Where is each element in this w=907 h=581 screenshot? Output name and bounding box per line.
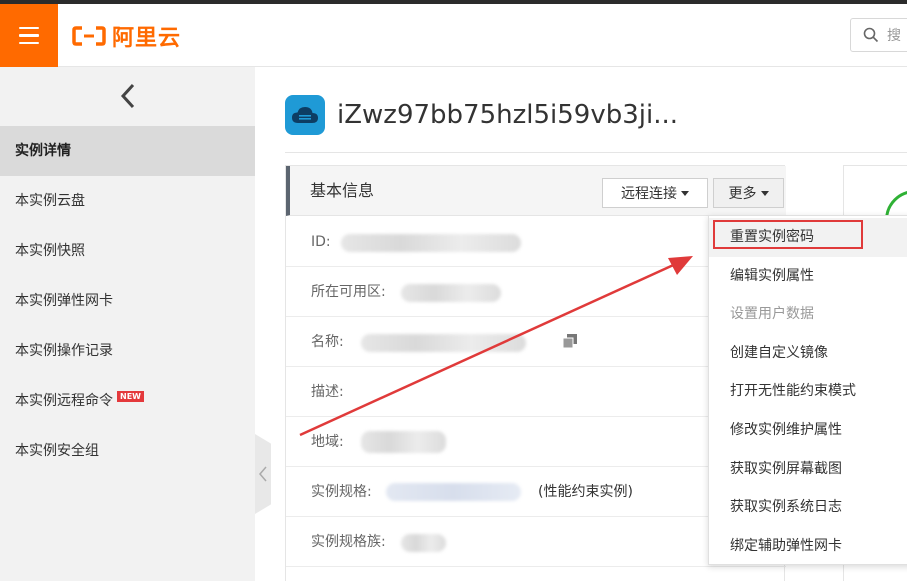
instance-title: iZwz97bb75hzl5i59vb3ji... (337, 100, 678, 130)
copy-icon[interactable] (562, 333, 578, 349)
sidebar-item-label: 实例详情 (15, 143, 71, 159)
cloud-icon (292, 107, 318, 123)
sidebar-item-eni[interactable]: 本实例弹性网卡 (0, 276, 255, 326)
new-badge: NEW (117, 391, 144, 402)
divider (285, 152, 907, 153)
redacted-value (361, 431, 446, 453)
redacted-value (386, 483, 521, 501)
menu-item-create-image[interactable]: 创建自定义镜像 (709, 334, 907, 373)
row-label: 地域: (311, 434, 344, 450)
sidebar-item-label: 本实例弹性网卡 (15, 293, 113, 309)
menu-item-maintenance[interactable]: 修改实例维护属性 (709, 411, 907, 450)
brand-name: 阿里云 (112, 26, 182, 51)
hamburger-menu-button[interactable] (0, 4, 58, 67)
sidebar-item-label: 本实例操作记录 (15, 343, 113, 359)
sidebar-back-button[interactable] (0, 67, 255, 125)
row-label: 实例规格: (311, 484, 372, 500)
sidebar-item-label: 本实例安全组 (15, 443, 99, 459)
caret-down-icon (681, 190, 689, 196)
row-label: 实例规格族: (311, 534, 386, 550)
menu-item-screenshot[interactable]: 获取实例屏幕截图 (709, 450, 907, 489)
more-button[interactable]: 更多 (713, 178, 784, 208)
row-label: 名称: (311, 334, 344, 350)
redacted-value (361, 334, 526, 352)
sidebar: 实例详情 本实例云盘 本实例快照 本实例弹性网卡 本实例操作记录 本实例远程命令… (0, 67, 255, 581)
redacted-value (341, 234, 521, 252)
sidebar-item-label: 本实例远程命令 (15, 393, 113, 409)
annotation-highlight-box (713, 220, 863, 249)
menu-item-unlimited-mode[interactable]: 打开无性能约束模式 (709, 372, 907, 411)
remote-connect-label: 远程连接 (621, 186, 677, 202)
caret-down-icon (760, 190, 769, 196)
menu-line-icon (19, 41, 39, 45)
row-label: 描述: (311, 384, 344, 400)
menu-item-user-data: 设置用户数据 (730, 306, 814, 323)
panel-header: 基本信息 远程连接 更多 (286, 166, 786, 216)
row-label: 所在可用区: (311, 284, 386, 300)
sidebar-item-label: 本实例快照 (15, 243, 85, 259)
panel-title: 基本信息 (310, 181, 375, 200)
menu-item-edit-attributes[interactable]: 编辑实例属性 (709, 257, 907, 296)
remote-connect-button[interactable]: 远程连接 (602, 178, 708, 208)
more-label: 更多 (728, 186, 757, 202)
redacted-value (401, 534, 446, 552)
aliyun-logo-icon (72, 26, 106, 46)
chevron-left-icon (120, 83, 134, 109)
sidebar-item-operation-log[interactable]: 本实例操作记录 (0, 326, 255, 376)
row-label: ID: (311, 234, 331, 250)
top-bar: 阿里云 搜 (0, 4, 907, 67)
menu-line-icon (19, 34, 39, 37)
sidebar-item-instance-details[interactable]: 实例详情 (0, 126, 255, 176)
more-dropdown-menu: 重置实例密码 编辑实例属性 设置用户数据 创建自定义镜像 打开无性能约束模式 修… (708, 215, 907, 565)
menu-item-bind-eni[interactable]: 绑定辅助弹性网卡 (709, 527, 907, 566)
sidebar-item-security-groups[interactable]: 本实例安全组 (0, 426, 255, 476)
instance-cloud-icon (285, 95, 325, 135)
menu-line-icon (19, 26, 39, 30)
search-box[interactable]: 搜 (850, 18, 907, 52)
sidebar-item-remote-commands[interactable]: 本实例远程命令 NEW (0, 376, 255, 426)
spec-note: (性能约束实例) (538, 484, 633, 500)
sidebar-item-snapshots[interactable]: 本实例快照 (0, 226, 255, 276)
search-placeholder: 搜 (887, 28, 901, 44)
menu-item-system-log[interactable]: 获取实例系统日志 (709, 488, 907, 527)
aliyun-logo[interactable]: 阿里云 (72, 22, 182, 51)
sidebar-item-disks[interactable]: 本实例云盘 (0, 176, 255, 226)
redacted-value (401, 284, 501, 302)
sidebar-item-label: 本实例云盘 (15, 193, 85, 209)
search-icon (863, 27, 879, 43)
